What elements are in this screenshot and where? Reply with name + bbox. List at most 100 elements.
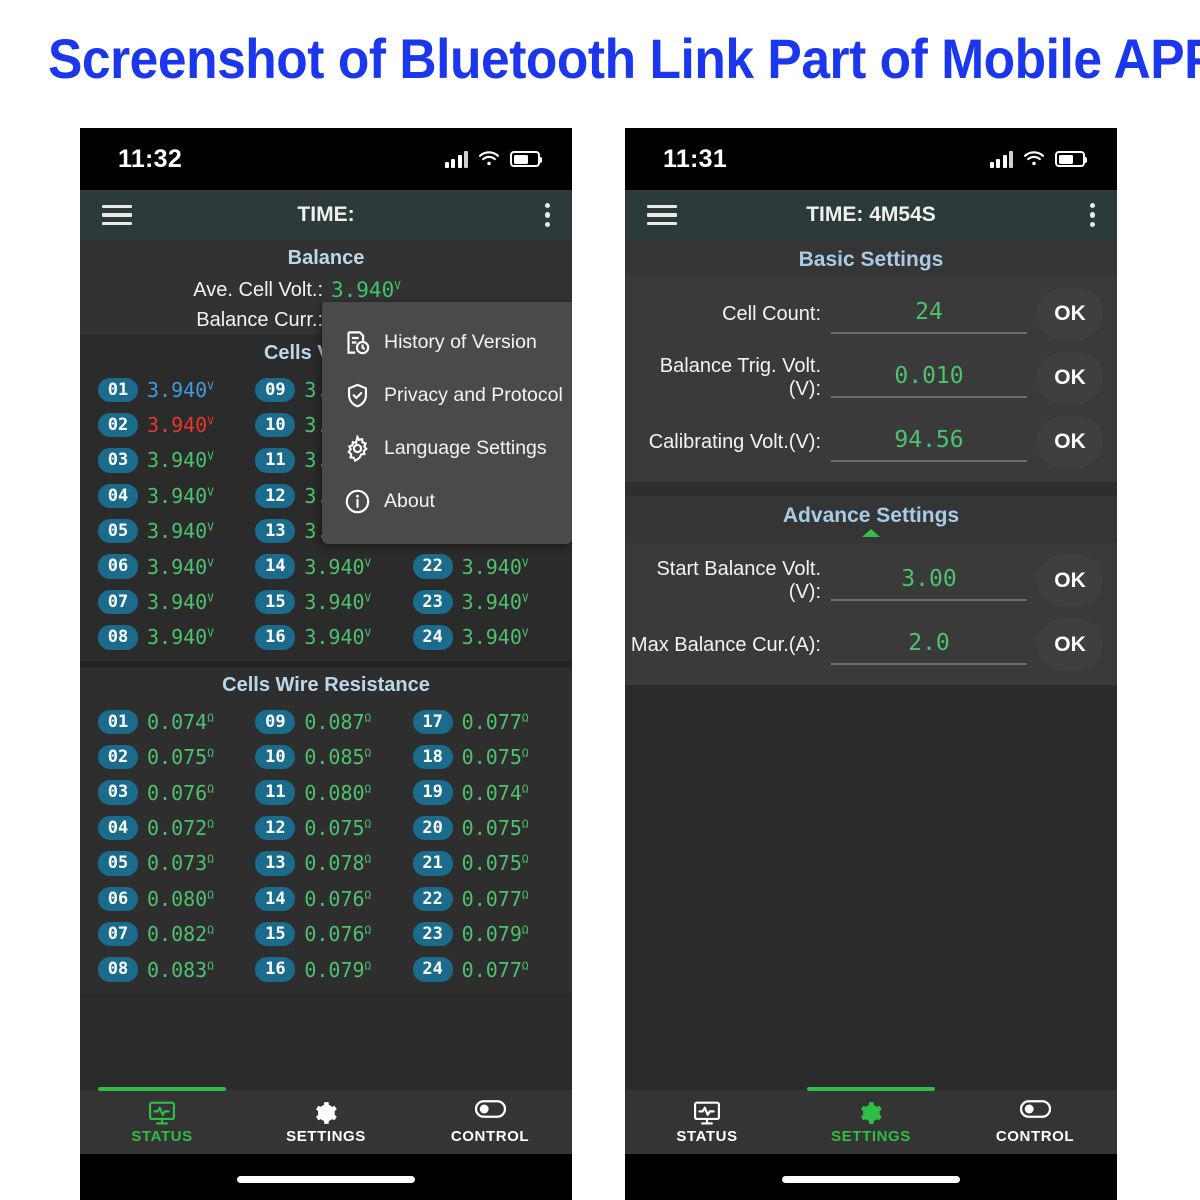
hamburger-menu-icon[interactable] xyxy=(102,204,132,226)
cell-index-badge: 11 xyxy=(255,448,296,473)
setting-value: 24 xyxy=(915,298,943,325)
cell-index-badge: 24 xyxy=(412,625,453,650)
cell-resistance-value: 0.079Ω xyxy=(461,922,529,947)
menu-item-label: About xyxy=(384,490,435,512)
setting-label: Cell Count: xyxy=(722,302,821,325)
app-bar-title: TIME: xyxy=(297,203,355,226)
setting-label: Max Balance Cur.(A): xyxy=(630,633,821,656)
cell-item: 24 0.077Ω xyxy=(405,952,562,987)
nav-item-control[interactable]: CONTROL xyxy=(953,1090,1117,1154)
nav-item-control[interactable]: CONTROL xyxy=(408,1090,572,1154)
advance-setting-row: Start Balance Volt.(V): 3.00 OK xyxy=(625,549,1117,613)
cell-resistance-value: 0.079Ω xyxy=(304,957,372,982)
home-indicator[interactable] xyxy=(782,1176,960,1183)
cell-index-badge: 04 xyxy=(98,815,138,841)
cell-item: 06 3.940V xyxy=(90,549,247,584)
cell-resistance-value: 0.080Ω xyxy=(304,780,372,805)
cell-index-badge: 04 xyxy=(98,483,138,509)
cell-item: 23 0.079Ω xyxy=(405,916,562,951)
cell-resistance-value: 0.077Ω xyxy=(461,709,529,734)
nav-item-settings[interactable]: SETTINGS xyxy=(789,1087,953,1154)
home-indicator[interactable] xyxy=(237,1176,415,1183)
ok-button[interactable]: OK xyxy=(1037,352,1103,404)
cell-voltage-value: 3.940V xyxy=(147,554,214,579)
cell-item: 05 3.940V xyxy=(90,514,247,549)
cell-index-badge: 11 xyxy=(255,780,296,805)
cell-index-badge: 10 xyxy=(255,745,296,770)
ok-button[interactable]: OK xyxy=(1037,619,1103,671)
basic-setting-row: Balance Trig. Volt.(V): 0.010 OK xyxy=(625,346,1117,410)
setting-input[interactable]: 3.00 xyxy=(831,562,1027,601)
cell-item: 06 0.080Ω xyxy=(90,881,247,916)
cell-item: 12 0.075Ω xyxy=(247,810,404,845)
status-bar-clock: 11:31 xyxy=(663,144,728,173)
nav-item-label: SETTINGS xyxy=(831,1127,911,1145)
cell-resistance-value: 0.072Ω xyxy=(147,815,214,840)
basic-setting-row: Calibrating Volt.(V): 94.56 OK xyxy=(625,410,1117,474)
nav-item-status[interactable]: STATUS xyxy=(625,1090,789,1154)
cell-item: 03 0.076Ω xyxy=(90,775,247,810)
cell-index-badge: 16 xyxy=(255,957,296,982)
overflow-menu-icon[interactable] xyxy=(1089,202,1095,228)
ok-button[interactable]: OK xyxy=(1037,288,1103,340)
summary-row: Ave. Cell Volt.: 3.940V xyxy=(80,275,572,305)
cell-index-badge: 09 xyxy=(255,377,296,402)
cell-item: 24 3.940V xyxy=(405,620,562,655)
cell-index-badge: 20 xyxy=(412,815,453,841)
cell-item: 14 0.076Ω xyxy=(247,881,404,916)
wifi-icon xyxy=(478,150,500,168)
ok-button[interactable]: OK xyxy=(1037,416,1103,468)
history-document-clock-icon xyxy=(344,329,371,356)
app-bar-right: TIME: 4M54S xyxy=(625,190,1117,240)
setting-value: 0.010 xyxy=(894,362,964,389)
ok-button[interactable]: OK xyxy=(1037,555,1103,607)
basic-settings-heading: Basic Settings xyxy=(625,240,1117,276)
monitor-pulse-icon xyxy=(692,1100,722,1126)
cell-resistance-value: 0.074Ω xyxy=(147,709,214,734)
menu-item-history-of-version[interactable]: History of Version xyxy=(322,316,572,369)
cell-item: 07 0.082Ω xyxy=(90,916,247,951)
active-tab-indicator xyxy=(807,1087,935,1091)
nav-item-settings[interactable]: SETTINGS xyxy=(244,1090,408,1154)
nav-item-label: STATUS xyxy=(676,1127,738,1145)
menu-item-language-settings[interactable]: Language Settings xyxy=(322,422,572,475)
cell-voltage-value: 3.940V xyxy=(147,590,214,615)
hamburger-menu-icon[interactable] xyxy=(647,204,677,226)
menu-item-about[interactable]: About xyxy=(322,475,572,528)
cell-item: 07 3.940V xyxy=(90,584,247,619)
setting-input[interactable]: 24 xyxy=(831,295,1027,334)
cell-index-badge: 01 xyxy=(98,709,138,735)
setting-input[interactable]: 2.0 xyxy=(831,626,1027,665)
cell-index-badge: 21 xyxy=(412,851,453,876)
overflow-dropdown-menu[interactable]: History of Version Privacy and Protocol La… xyxy=(322,302,572,544)
cell-item: 23 3.940V xyxy=(405,584,562,619)
active-tab-indicator xyxy=(98,1087,226,1091)
cell-index-badge: 07 xyxy=(98,921,138,947)
advance-settings-heading: Advance Settings xyxy=(782,504,960,527)
nav-item-status[interactable]: STATUS xyxy=(80,1087,244,1154)
caret-up-icon[interactable] xyxy=(862,529,880,537)
setting-input[interactable]: 94.56 xyxy=(831,423,1027,462)
basic-setting-row: Cell Count: 24 OK xyxy=(625,282,1117,346)
avg-cell-volt-label: Ave. Cell Volt.: xyxy=(193,278,323,301)
cell-item: 05 0.073Ω xyxy=(90,846,247,881)
cell-item: 10 0.085Ω xyxy=(247,740,404,775)
home-indicator-area xyxy=(80,1154,572,1200)
cell-index-badge: 15 xyxy=(255,589,296,615)
cell-index-badge: 01 xyxy=(98,377,138,402)
setting-input[interactable]: 0.010 xyxy=(831,359,1027,398)
page-title: Screenshot of Bluetooth Link Part of Mob… xyxy=(48,27,1200,90)
overflow-menu-icon[interactable] xyxy=(544,202,550,228)
cell-resistance-value: 0.077Ω xyxy=(461,957,529,982)
cell-resistance-value: 0.083Ω xyxy=(147,957,214,982)
cell-index-badge: 10 xyxy=(255,412,296,438)
cell-voltage-value: 3.940V xyxy=(304,554,372,579)
menu-item-privacy-and-protocol[interactable]: Privacy and Protocol xyxy=(322,369,572,422)
balance-heading: Balance xyxy=(287,247,365,269)
cell-index-badge: 13 xyxy=(255,851,296,876)
cell-index-badge: 18 xyxy=(412,745,453,770)
bottom-nav-right: STATUS SETTINGS CONTROL xyxy=(625,1087,1117,1154)
balance-curr-label: Balance Curr.: xyxy=(196,308,323,331)
cell-index-badge: 08 xyxy=(98,625,138,650)
setting-label: Calibrating Volt.(V): xyxy=(648,430,821,453)
